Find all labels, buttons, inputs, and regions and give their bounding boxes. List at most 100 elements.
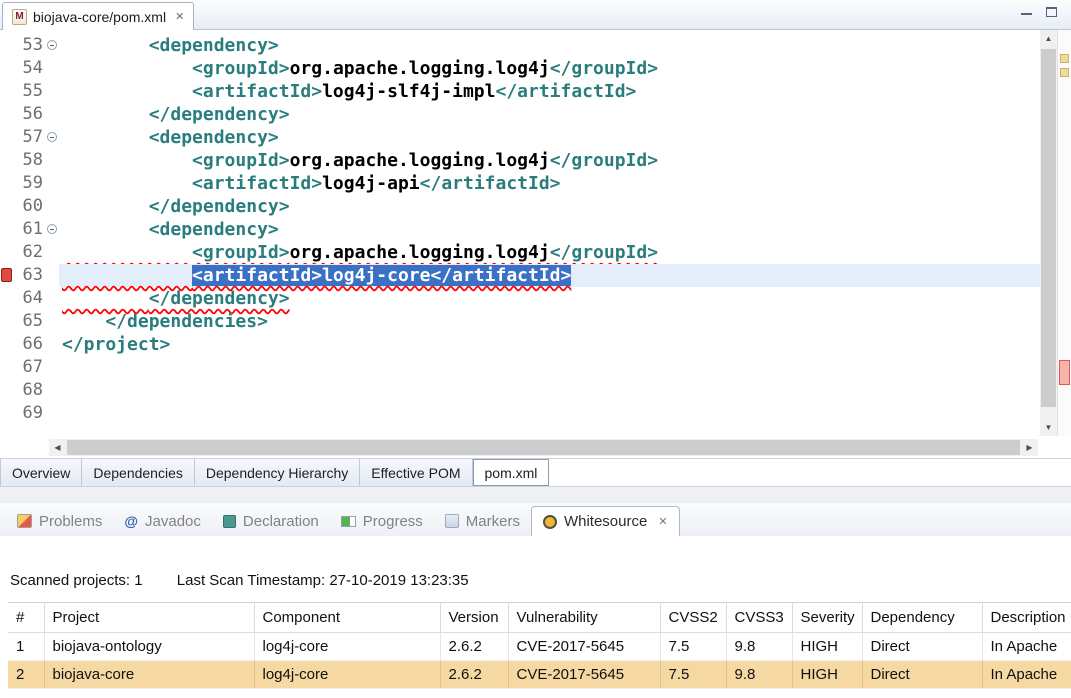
code-line[interactable]: 53 <dependency> [0,34,1040,57]
page-tab-overview[interactable]: Overview [0,459,82,486]
code-line[interactable]: 64 </dependency> [0,287,1040,310]
code-text[interactable]: <artifactId>log4j-api</artifactId> [59,172,1040,195]
column-header-description[interactable]: Description [982,603,1071,633]
code-text[interactable]: <groupId>org.apache.logging.log4j</group… [59,149,1040,172]
code-text[interactable]: <dependency> [59,34,1040,57]
code-line[interactable]: 58 <groupId>org.apache.logging.log4j</gr… [0,149,1040,172]
code-text[interactable]: <groupId>org.apache.logging.log4j</group… [59,57,1040,80]
annotation-gutter [0,57,13,80]
page-tab-dependency-hierarchy[interactable]: Dependency Hierarchy [195,459,360,486]
horizontal-scroll-track[interactable] [66,439,1021,456]
code-text[interactable]: </dependency> [59,103,1040,126]
scroll-up-arrow-icon[interactable]: ▲ [1040,30,1057,47]
page-tab-dependencies[interactable]: Dependencies [82,459,195,486]
code-line[interactable]: 69 [0,402,1040,425]
annotation-gutter [0,103,13,126]
maximize-icon[interactable] [1046,7,1057,17]
code-line[interactable]: 56 </dependency> [0,103,1040,126]
code-line[interactable]: 54 <groupId>org.apache.logging.log4j</gr… [0,57,1040,80]
page-tab-effective-pom[interactable]: Effective POM [360,459,472,486]
column-header-component[interactable]: Component [254,603,440,633]
scroll-left-arrow-icon[interactable]: ◀ [49,439,66,456]
code-line[interactable]: 62 <groupId>org.apache.logging.log4j</gr… [0,241,1040,264]
code-line[interactable]: 68 [0,379,1040,402]
view-tab-whitesource[interactable]: Whitesource✕ [531,506,680,536]
fold-gutter [43,402,59,425]
code-text[interactable]: <artifactId>log4j-core</artifactId> [59,264,1040,287]
code-line[interactable]: 63 <artifactId>log4j-core</artifactId> [0,264,1040,287]
close-icon[interactable]: ✕ [175,10,184,23]
close-icon[interactable]: ✕ [658,515,667,528]
line-number: 59 [13,172,43,195]
code-segment: <artifactId> [192,173,322,194]
column-header-cvss2[interactable]: CVSS2 [660,603,726,633]
vulnerability-table: #ProjectComponentVersionVulnerabilityCVS… [8,602,1071,689]
code-segment: <dependency> [149,219,279,240]
fold-gutter [43,241,59,264]
annotation-mark-icon[interactable] [1060,68,1069,77]
sash-divider[interactable] [0,487,1071,503]
code-text[interactable]: <dependency> [59,126,1040,149]
code-line[interactable]: 61 <dependency> [0,218,1040,241]
code-line[interactable]: 67 [0,356,1040,379]
annotation-mark-icon[interactable] [1060,54,1069,63]
fold-gutter [43,172,59,195]
code-line[interactable]: 57 <dependency> [0,126,1040,149]
error-squiggly-span: </dependency> [62,288,290,309]
code-line[interactable]: 65 </dependencies> [0,310,1040,333]
table-cell: Direct [862,661,982,689]
code-text[interactable] [59,379,1040,402]
view-tab-declaration[interactable]: Declaration [212,506,330,536]
view-tab-problems[interactable]: Problems [6,506,113,536]
column-header-severity[interactable]: Severity [792,603,862,633]
xml-editor[interactable]: 53 <dependency>54 <groupId>org.apache.lo… [0,30,1071,436]
code-text[interactable]: <dependency> [59,218,1040,241]
code-segment [62,219,149,240]
horizontal-scrollbar[interactable]: ◀ ▶ [49,439,1038,456]
column-header--[interactable]: # [8,603,44,633]
code-text[interactable]: </dependency> [59,195,1040,218]
view-tab-javadoc[interactable]: Javadoc [113,506,212,536]
error-annotation-mark-icon[interactable] [1059,360,1070,385]
fold-collapse-icon[interactable] [47,132,57,142]
code-line[interactable]: 59 <artifactId>log4j-api</artifactId> [0,172,1040,195]
vertical-scroll-thumb[interactable] [1041,49,1056,407]
vertical-scrollbar[interactable]: ▲ ▼ [1040,30,1057,436]
scroll-right-arrow-icon[interactable]: ▶ [1021,439,1038,456]
column-header-project[interactable]: Project [44,603,254,633]
vertical-scroll-track[interactable] [1040,47,1057,419]
line-number: 57 [13,126,43,149]
column-header-vulnerability[interactable]: Vulnerability [508,603,660,633]
code-text[interactable]: </dependencies> [59,310,1040,333]
code-text[interactable]: </dependency> [59,287,1040,310]
horizontal-scroll-thumb[interactable] [67,440,1020,455]
code-line[interactable]: 55 <artifactId>log4j-slf4j-impl</artifac… [0,80,1040,103]
overview-ruler [1057,30,1071,436]
view-tab-progress[interactable]: Progress [330,506,434,536]
code-line[interactable]: 60 </dependency> [0,195,1040,218]
code-text[interactable]: </project> [59,333,1040,356]
table-row[interactable]: 1biojava-ontologylog4j-core2.6.2CVE-2017… [8,633,1071,661]
code-segment: </project> [62,334,170,355]
code-segment [62,58,192,79]
error-marker-icon[interactable] [1,268,12,282]
column-header-version[interactable]: Version [440,603,508,633]
fold-collapse-icon[interactable] [47,224,57,234]
page-tab-pom-xml[interactable]: pom.xml [473,459,550,486]
minimize-icon[interactable] [1021,7,1032,15]
column-header-dependency[interactable]: Dependency [862,603,982,633]
code-text[interactable] [59,356,1040,379]
table-row[interactable]: 2biojava-corelog4j-core2.6.2CVE-2017-564… [8,661,1071,689]
editor-tab-pom-xml[interactable]: M biojava-core/pom.xml ✕ [2,2,194,30]
view-tab-label: Problems [39,513,102,530]
code-area[interactable]: 53 <dependency>54 <groupId>org.apache.lo… [0,30,1040,436]
last-scan-timestamp-label: Last Scan Timestamp: 27-10-2019 13:23:35 [177,572,469,589]
scroll-down-arrow-icon[interactable]: ▼ [1040,419,1057,436]
code-line[interactable]: 66</project> [0,333,1040,356]
column-header-cvss3[interactable]: CVSS3 [726,603,792,633]
code-text[interactable]: <artifactId>log4j-slf4j-impl</artifactId… [59,80,1040,103]
code-text[interactable] [59,402,1040,425]
view-tab-markers[interactable]: Markers [434,506,531,536]
code-text[interactable]: <groupId>org.apache.logging.log4j</group… [59,241,1040,264]
fold-collapse-icon[interactable] [47,40,57,50]
